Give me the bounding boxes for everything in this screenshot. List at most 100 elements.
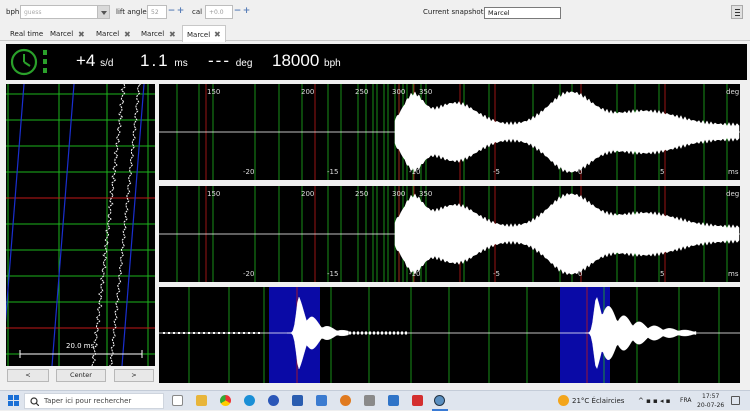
noise-dot bbox=[173, 332, 175, 334]
status-bar: +4 s/d 1.1 ms --- deg 18000 bph bbox=[6, 44, 747, 80]
file-explorer-icon[interactable] bbox=[196, 395, 207, 406]
cal-label: cal bbox=[192, 8, 203, 16]
noise-dot bbox=[373, 331, 375, 335]
taskbar: Taper ici pour rechercher 21°C Éclaircie… bbox=[0, 390, 750, 411]
tab-snapshot-3[interactable]: Marcel ✖ bbox=[141, 27, 176, 41]
paper-center-button[interactable]: Center bbox=[56, 369, 106, 382]
tab-bar: Real time Marcel ✖ Marcel ✖ Marcel ✖ Marcel… bbox=[0, 25, 750, 42]
cal-field[interactable]: +0.0 bbox=[205, 5, 233, 19]
browser-icon[interactable] bbox=[268, 395, 279, 406]
search-icon bbox=[30, 397, 39, 406]
waveform-graph-1 bbox=[159, 84, 740, 180]
noise-dot bbox=[385, 331, 387, 335]
app-icon[interactable] bbox=[292, 395, 303, 406]
ms-tick-label: -20 bbox=[243, 270, 255, 278]
ms-tick-label: -5 bbox=[493, 168, 500, 176]
noise-dot bbox=[377, 331, 379, 335]
noise-dot bbox=[357, 331, 359, 335]
tab-snapshot-4[interactable]: Marcel ✖ bbox=[182, 25, 226, 42]
noise-dot bbox=[193, 332, 195, 334]
noise-dot bbox=[353, 331, 355, 335]
noise-dot bbox=[213, 332, 215, 334]
hamburger-menu-icon[interactable] bbox=[731, 5, 743, 19]
tab-label: Marcel bbox=[96, 30, 120, 38]
ms-unit-label: ms bbox=[728, 168, 739, 176]
windows-start-icon[interactable] bbox=[8, 395, 20, 407]
task-view-icon[interactable] bbox=[172, 395, 183, 406]
noise-dot bbox=[361, 331, 363, 335]
amplitude-value: --- deg bbox=[208, 51, 252, 71]
cal-decrement-icon[interactable]: − bbox=[233, 6, 242, 17]
noise-dot bbox=[248, 332, 250, 334]
noise-dot bbox=[203, 332, 205, 334]
deg-tick-label: 250 bbox=[355, 190, 369, 198]
tab-real-time[interactable]: Real time bbox=[10, 27, 43, 41]
noise-dot bbox=[208, 332, 210, 334]
deg-tick-label: 150 bbox=[207, 190, 221, 198]
bph-dropdown-button[interactable] bbox=[97, 5, 110, 19]
ms-tick-label: 0 bbox=[578, 168, 583, 176]
deg-tick-label: 150 bbox=[207, 88, 221, 96]
search-box[interactable]: Taper ici pour rechercher bbox=[24, 393, 164, 409]
clock-date[interactable]: 20-07-26 bbox=[697, 402, 724, 409]
lift-angle-increment-icon[interactable]: + bbox=[176, 6, 185, 17]
close-tab-icon[interactable]: ✖ bbox=[78, 30, 85, 39]
period-waveform-graph bbox=[159, 287, 740, 383]
clock-time[interactable]: 17:57 bbox=[702, 393, 719, 400]
period-waveform-panel[interactable] bbox=[159, 287, 740, 383]
deg-tick-label: 300 bbox=[392, 190, 406, 198]
language-indicator[interactable]: FRA bbox=[680, 397, 691, 404]
ms-unit-label: ms bbox=[728, 270, 739, 278]
firefox-icon[interactable] bbox=[340, 395, 351, 406]
trace-line bbox=[121, 84, 145, 366]
paper-scale-label: 20.0 ms bbox=[66, 342, 95, 350]
deg-tick-label: 200 bbox=[301, 88, 315, 96]
noise-dot bbox=[238, 332, 240, 334]
tab-snapshot-1[interactable]: Marcel ✖ bbox=[50, 27, 85, 41]
bph-field[interactable]: guess bbox=[20, 5, 98, 19]
edge-icon[interactable] bbox=[244, 395, 255, 406]
waveform-envelope bbox=[394, 90, 740, 174]
deg-tick-label: 350 bbox=[419, 88, 433, 96]
paper-right-button[interactable]: > bbox=[114, 369, 154, 382]
waveform-panel-2[interactable]: 150 200 250 300 350 deg -20 -15 -10 -5 0… bbox=[159, 186, 740, 282]
paper-left-button[interactable]: < bbox=[7, 369, 49, 382]
notifications-icon[interactable] bbox=[731, 396, 740, 405]
noise-dot bbox=[405, 331, 407, 335]
beat-trace bbox=[91, 84, 126, 366]
tab-snapshot-2[interactable]: Marcel ✖ bbox=[96, 27, 131, 41]
noise-dot bbox=[253, 332, 255, 334]
ms-tick-label: -15 bbox=[327, 270, 339, 278]
paper-strip-panel[interactable]: 20.0 ms bbox=[6, 84, 155, 366]
bph-unit: bph bbox=[324, 58, 341, 69]
snapshot-name-field[interactable]: Marcel bbox=[484, 7, 561, 19]
close-tab-icon[interactable]: ✖ bbox=[169, 30, 176, 39]
close-tab-icon[interactable]: ✖ bbox=[124, 30, 131, 39]
cal-increment-icon[interactable]: + bbox=[242, 6, 251, 17]
trace-line bbox=[6, 84, 25, 323]
amplitude-number: --- bbox=[208, 51, 231, 70]
chrome-icon[interactable] bbox=[220, 395, 231, 406]
app-icon[interactable] bbox=[412, 395, 423, 406]
photos-icon[interactable] bbox=[316, 395, 327, 406]
noise-dot bbox=[233, 332, 235, 334]
timegrapher-app-icon[interactable] bbox=[434, 395, 445, 406]
bph-value: 18000 bph bbox=[272, 51, 341, 71]
tab-label: Marcel bbox=[141, 30, 165, 38]
waveform-panel-1[interactable]: 150 200 250 300 350 deg -20 -15 -10 -5 0… bbox=[159, 84, 740, 180]
toolbar: bph guess lift angle 52 − + cal +0.0 − +… bbox=[0, 0, 750, 24]
mail-icon[interactable] bbox=[388, 395, 399, 406]
close-tab-icon[interactable]: ✖ bbox=[214, 30, 221, 39]
noise-dot bbox=[168, 332, 170, 334]
noise-dot bbox=[369, 331, 371, 335]
noise-dot bbox=[349, 331, 351, 335]
app-icon[interactable] bbox=[364, 395, 375, 406]
noise-dot bbox=[397, 331, 399, 335]
search-placeholder: Taper ici pour rechercher bbox=[44, 397, 132, 405]
lift-angle-field[interactable]: 52 bbox=[147, 5, 167, 19]
clock-icon bbox=[10, 48, 47, 76]
noise-dot bbox=[183, 332, 185, 334]
lift-angle-decrement-icon[interactable]: − bbox=[167, 6, 176, 17]
weather-text[interactable]: 21°C Éclaircies bbox=[572, 397, 624, 405]
tray-icons[interactable]: ^ ▪ ▪ ◂ ▪ bbox=[638, 397, 671, 405]
